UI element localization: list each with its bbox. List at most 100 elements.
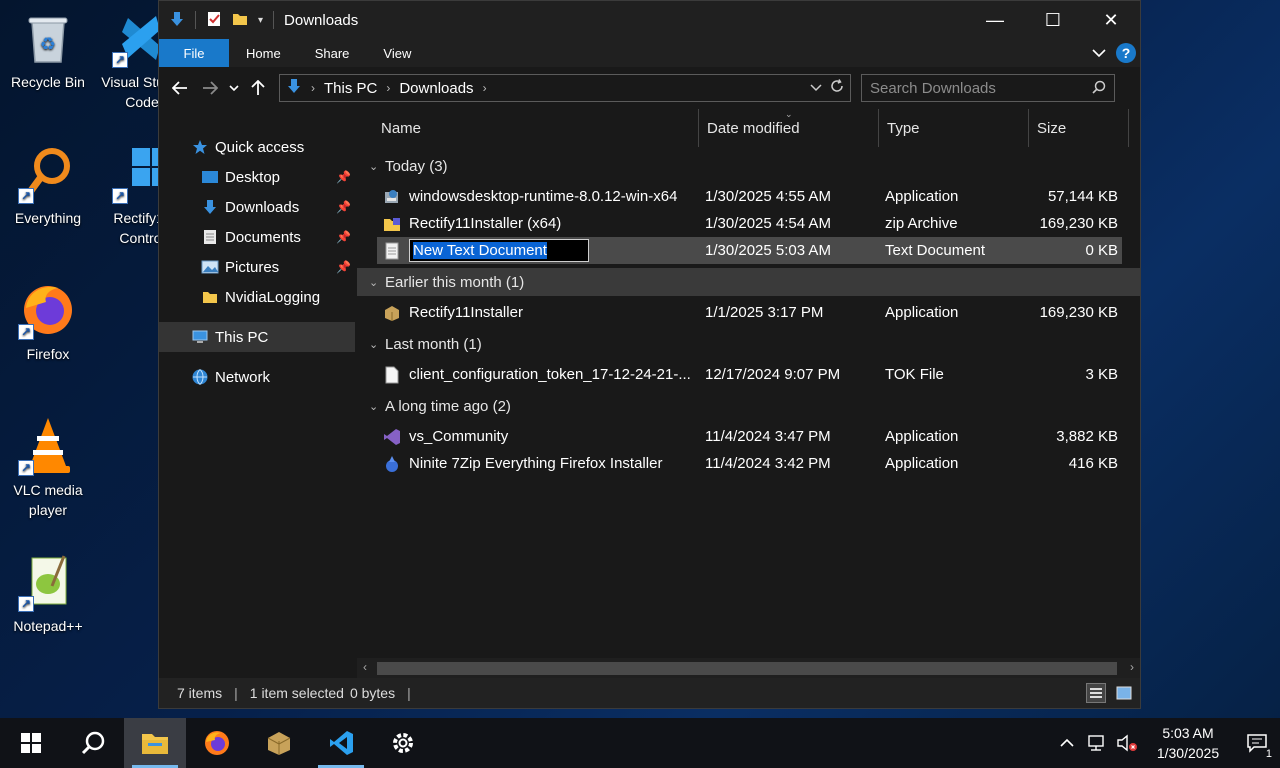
breadcrumb-separator-icon[interactable]: ›	[483, 81, 487, 95]
show-hidden-icons-button[interactable]	[1052, 738, 1082, 748]
up-arrow-icon	[251, 80, 265, 95]
breadcrumb-separator-icon[interactable]: ›	[386, 81, 390, 95]
desktop-icon-firefox[interactable]: ↗ Firefox	[2, 280, 94, 364]
group-header-today[interactable]: ⌄ Today (3)	[357, 152, 1140, 180]
nav-downloads[interactable]: Downloads 📌	[159, 192, 355, 222]
settings-icon	[393, 733, 413, 753]
nav-nvidialogging[interactable]: NvidiaLogging	[159, 282, 355, 312]
column-header-name[interactable]: Name	[373, 109, 699, 147]
collapse-chevron-icon[interactable]: ⌄	[369, 160, 378, 173]
pin-icon[interactable]: 📌	[336, 170, 351, 184]
new-folder-icon[interactable]	[232, 11, 248, 30]
group-header-earlier-this-month[interactable]: ⌄ Earlier this month (1)	[357, 268, 1140, 296]
scrollbar-thumb[interactable]	[377, 661, 1117, 675]
search-box[interactable]	[861, 74, 1115, 102]
scroll-right-icon[interactable]: ›	[1130, 660, 1134, 674]
desktop-icon-recycle-bin[interactable]: ♻ Recycle Bin	[2, 8, 94, 92]
large-icons-view-button[interactable]	[1114, 683, 1134, 703]
volume-button[interactable]	[1112, 734, 1142, 752]
file-row[interactable]: vs_Community 11/4/2024 3:47 PM Applicati…	[377, 423, 1122, 450]
refresh-icon[interactable]	[830, 79, 844, 97]
column-header-date-modified[interactable]: Date modified ⌄	[699, 109, 879, 147]
column-header-type[interactable]: Type	[879, 109, 1029, 147]
breadcrumb-separator-icon[interactable]: ›	[311, 81, 315, 95]
zip-folder-icon	[383, 215, 401, 233]
nav-pictures[interactable]: Pictures 📌	[159, 252, 355, 282]
firefox-icon	[205, 731, 229, 755]
tab-file[interactable]: File	[159, 39, 229, 67]
taskbar-settings[interactable]	[372, 718, 434, 768]
taskbar-vscode[interactable]	[310, 718, 372, 768]
network-status-button[interactable]	[1082, 734, 1112, 752]
column-header-size[interactable]: Size	[1029, 109, 1129, 147]
properties-icon[interactable]	[206, 11, 222, 30]
forward-button[interactable]	[195, 73, 225, 103]
nav-quick-access[interactable]: Quick access	[159, 132, 355, 162]
horizontal-scrollbar[interactable]: ‹ ›	[357, 658, 1140, 678]
address-history-chevron-icon[interactable]	[810, 79, 822, 97]
recent-locations-button[interactable]	[225, 73, 243, 103]
back-button[interactable]	[165, 73, 195, 103]
maximize-button[interactable]: ☐	[1024, 1, 1082, 39]
start-button[interactable]	[0, 718, 62, 768]
taskbar-firefox[interactable]	[186, 718, 248, 768]
taskbar-file-explorer[interactable]	[124, 718, 186, 768]
breadcrumb-downloads[interactable]: Downloads	[399, 80, 473, 97]
forward-arrow-icon	[203, 81, 218, 95]
collapse-chevron-icon[interactable]: ⌄	[369, 400, 378, 413]
file-row-selected[interactable]: New Text Document 1/30/2025 5:03 AM Text…	[377, 237, 1122, 264]
file-date: 1/1/2025 3:17 PM	[705, 304, 824, 321]
file-row[interactable]: Rectify11Installer (x64) 1/30/2025 4:54 …	[377, 210, 1122, 237]
window-title: Downloads	[284, 11, 359, 29]
group-header-last-month[interactable]: ⌄ Last month (1)	[357, 330, 1140, 358]
pin-icon[interactable]: 📌	[336, 260, 351, 274]
nav-desktop[interactable]: Desktop 📌	[159, 162, 355, 192]
title-bar[interactable]: ▾ Downloads — ☐ ✕	[159, 1, 1140, 39]
close-button[interactable]: ✕	[1082, 1, 1140, 39]
search-icon[interactable]	[1092, 80, 1106, 97]
file-row[interactable]: Rectify11Installer 1/1/2025 3:17 PM Appl…	[377, 299, 1122, 326]
up-button[interactable]	[243, 73, 273, 103]
search-input[interactable]	[870, 79, 1092, 97]
desktop-icon-notepadpp[interactable]: ↗ Notepad++	[2, 552, 94, 636]
clock[interactable]: 5:03 AM 1/30/2025	[1148, 723, 1228, 763]
file-row[interactable]: client_configuration_token_17-12-24-21-.…	[377, 361, 1122, 388]
pin-icon[interactable]: 📌	[336, 230, 351, 244]
desktop-icon-vlc[interactable]: ↗ VLC media player	[2, 416, 94, 520]
taskbar-package-installer[interactable]	[248, 718, 310, 768]
file-type: zip Archive	[885, 215, 958, 232]
address-bar[interactable]: › This PC › Downloads ›	[279, 74, 851, 102]
downloads-arrow-icon	[201, 198, 219, 216]
system-tray: 5:03 AM 1/30/2025 1	[1052, 718, 1280, 768]
nav-this-pc[interactable]: This PC	[159, 322, 355, 352]
notification-center-button[interactable]: 1	[1234, 718, 1280, 768]
selection-count: 1 item selected	[249, 685, 344, 701]
collapse-chevron-icon[interactable]: ⌄	[369, 338, 378, 351]
minimize-button[interactable]: —	[966, 1, 1024, 39]
nav-documents[interactable]: Documents 📌	[159, 222, 355, 252]
customize-toolbar-chevron-icon[interactable]: ▾	[258, 15, 263, 26]
desktop-icon-everything[interactable]: ↗ Everything	[2, 144, 94, 228]
file-row[interactable]: Ninite 7Zip Everything Firefox Installer…	[377, 450, 1122, 477]
item-count: 7 items	[177, 685, 223, 701]
group-header-a-long-time-ago[interactable]: ⌄ A long time ago (2)	[357, 392, 1140, 420]
details-view-button[interactable]	[1086, 683, 1106, 703]
expand-ribbon-chevron-icon[interactable]	[1092, 45, 1106, 61]
chevron-down-icon	[229, 85, 239, 92]
breadcrumb-this-pc[interactable]: This PC	[324, 80, 377, 97]
nav-network[interactable]: Network	[159, 362, 355, 392]
collapse-chevron-icon[interactable]: ⌄	[369, 276, 378, 289]
tab-home[interactable]: Home	[229, 39, 298, 67]
file-row[interactable]: windowsdesktop-runtime-8.0.12-win-x64 1/…	[377, 183, 1122, 210]
folder-icon	[201, 288, 219, 306]
volume-muted-icon	[1117, 734, 1137, 752]
desktop-icon	[201, 168, 219, 186]
tab-view[interactable]: View	[366, 39, 428, 67]
pin-icon[interactable]: 📌	[336, 200, 351, 214]
tab-share[interactable]: Share	[298, 39, 367, 67]
rename-input[interactable]: New Text Document	[409, 239, 589, 262]
help-button[interactable]: ?	[1116, 43, 1136, 63]
desktop-icon-label: Recycle Bin	[11, 74, 85, 90]
scroll-left-icon[interactable]: ‹	[363, 660, 367, 674]
taskbar-search-button[interactable]	[62, 718, 124, 768]
